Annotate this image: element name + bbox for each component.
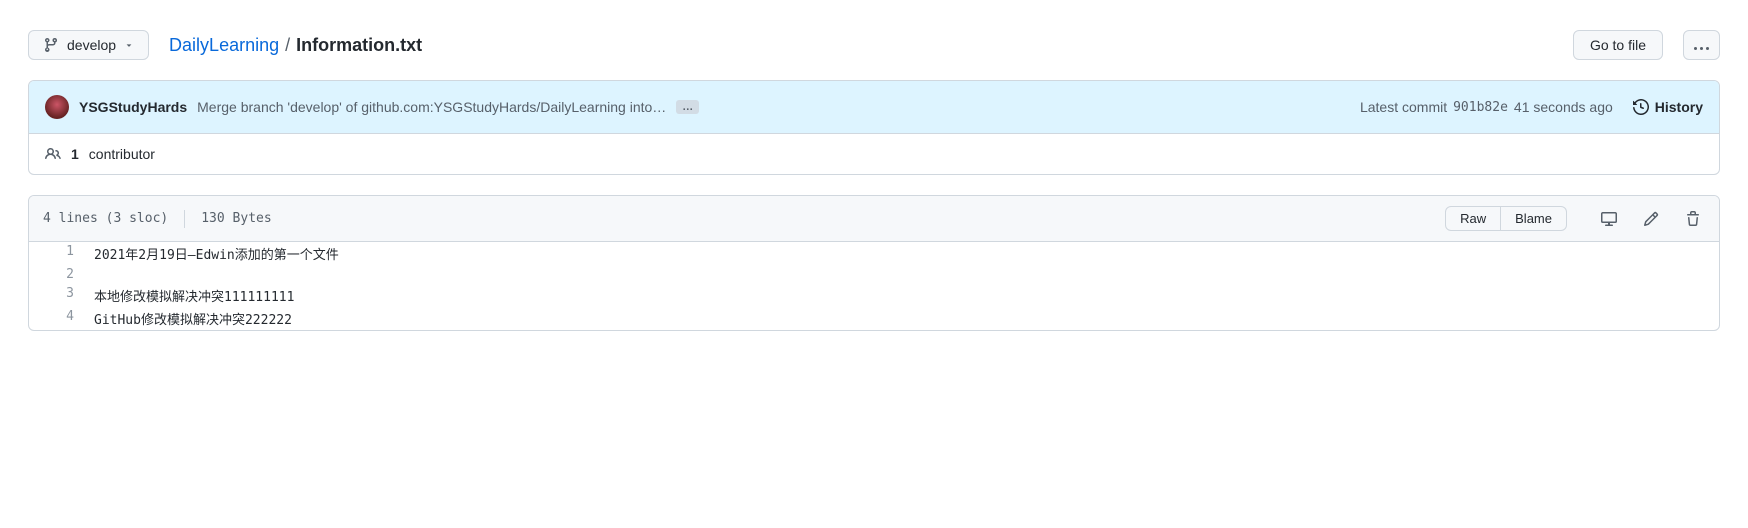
triangle-down-icon <box>124 40 134 50</box>
code-line: 4GitHub修改模拟解决冲突222222 <box>29 307 1719 330</box>
line-content <box>84 265 1719 284</box>
git-branch-icon <box>43 37 59 53</box>
commit-bar: YSGStudyHards Merge branch 'develop' of … <box>29 81 1719 134</box>
blame-button[interactable]: Blame <box>1501 206 1567 231</box>
commit-meta: Latest commit 901b82e 41 seconds ago His… <box>1360 99 1703 115</box>
code-table: 12021年2月19日—Edwin添加的第一个文件23本地修改模拟解决冲突111… <box>29 242 1719 330</box>
line-number[interactable]: 2 <box>29 265 84 284</box>
contributors-row: 1 contributor <box>29 134 1719 174</box>
branch-selector[interactable]: develop <box>28 30 149 60</box>
line-content: 本地修改模拟解决冲突111111111 <box>84 284 1719 307</box>
desktop-open-button[interactable] <box>1597 207 1621 231</box>
raw-blame-group: Raw Blame <box>1445 206 1567 231</box>
history-link[interactable]: History <box>1633 99 1703 115</box>
file-tool-icons <box>1597 207 1705 231</box>
history-icon <box>1633 99 1649 115</box>
kebab-icon <box>1694 47 1709 50</box>
line-content: GitHub修改模拟解决冲突222222 <box>84 307 1719 330</box>
commit-author[interactable]: YSGStudyHards <box>79 99 187 115</box>
history-label: History <box>1655 99 1703 115</box>
branch-name: develop <box>67 37 116 53</box>
avatar[interactable] <box>45 95 69 119</box>
contributor-count: 1 <box>71 146 79 162</box>
latest-commit-label: Latest commit <box>1360 99 1447 115</box>
pencil-icon <box>1643 211 1659 227</box>
commit-time: 41 seconds ago <box>1514 99 1613 115</box>
line-number[interactable]: 4 <box>29 307 84 330</box>
breadcrumb: DailyLearning / Information.txt <box>169 35 422 56</box>
file-line-count: 4 lines (3 sloc) <box>43 211 168 226</box>
more-options-button[interactable] <box>1683 30 1720 60</box>
expand-commit-message[interactable]: … <box>676 100 699 114</box>
file-header-row: develop DailyLearning / Information.txt … <box>28 30 1720 60</box>
repo-link[interactable]: DailyLearning <box>169 35 279 56</box>
separator <box>184 210 185 228</box>
commit-message[interactable]: Merge branch 'develop' of github.com:YSG… <box>197 99 666 115</box>
breadcrumb-separator: / <box>283 35 292 56</box>
line-number[interactable]: 3 <box>29 284 84 307</box>
delete-button[interactable] <box>1681 207 1705 231</box>
file-view-box: 4 lines (3 sloc) 130 Bytes Raw Blame 120… <box>28 195 1720 331</box>
commit-info-box: YSGStudyHards Merge branch 'develop' of … <box>28 80 1720 175</box>
raw-button[interactable]: Raw <box>1445 206 1501 231</box>
desktop-icon <box>1601 211 1617 227</box>
line-number[interactable]: 1 <box>29 242 84 265</box>
code-line: 12021年2月19日—Edwin添加的第一个文件 <box>29 242 1719 265</box>
line-content: 2021年2月19日—Edwin添加的第一个文件 <box>84 242 1719 265</box>
go-to-file-button[interactable]: Go to file <box>1573 30 1663 60</box>
contributor-label: contributor <box>89 146 155 162</box>
code-line: 2 <box>29 265 1719 284</box>
file-size: 130 Bytes <box>201 211 271 226</box>
commit-sha[interactable]: 901b82e <box>1453 100 1508 115</box>
edit-button[interactable] <box>1639 207 1663 231</box>
code-line: 3本地修改模拟解决冲突111111111 <box>29 284 1719 307</box>
trash-icon <box>1685 211 1701 227</box>
breadcrumb-file: Information.txt <box>296 35 422 56</box>
people-icon <box>45 146 61 162</box>
file-toolbar: 4 lines (3 sloc) 130 Bytes Raw Blame <box>29 196 1719 242</box>
